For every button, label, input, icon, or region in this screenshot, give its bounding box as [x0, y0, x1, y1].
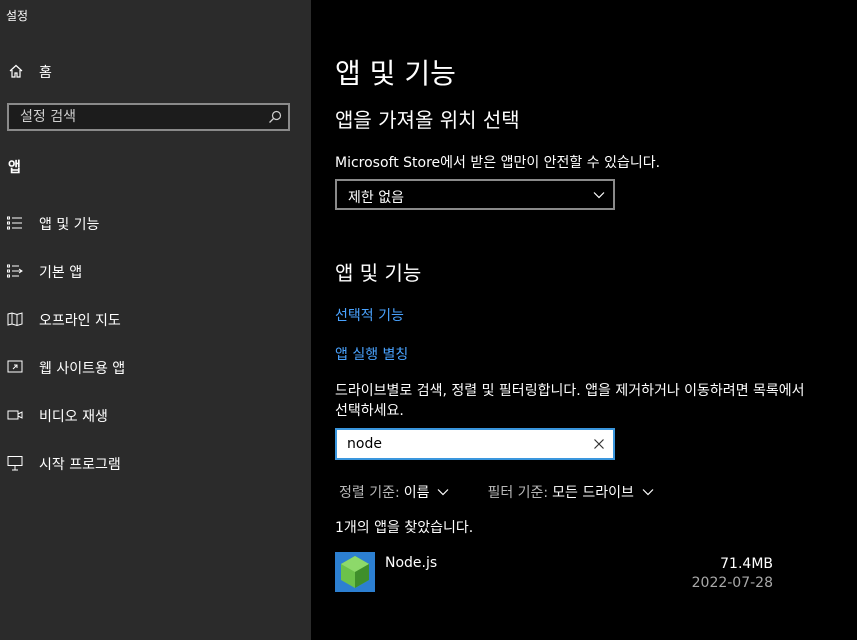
video-icon — [7, 410, 23, 420]
app-search-box[interactable] — [335, 428, 615, 460]
results-count: 1개의 앱을 찾았습니다. — [335, 520, 474, 536]
sidebar-item-label: 기본 앱 — [39, 265, 83, 281]
nodejs-app-icon — [335, 552, 375, 592]
list-item[interactable]: Node.js 71.4MB 2022-07-28 — [335, 552, 775, 594]
main-content: 앱 및 기능 앱을 가져올 위치 선택 Microsoft Store에서 받은… — [311, 0, 857, 640]
app-search-input[interactable] — [337, 430, 587, 458]
settings-search[interactable] — [7, 103, 290, 131]
sidebar-item-default-apps[interactable]: 기본 앱 — [0, 251, 311, 291]
settings-window: 설정 홈 앱 앱 및 기능 — [0, 0, 857, 640]
list-icon — [7, 216, 22, 230]
sidebar-item-label: 앱 및 기능 — [39, 217, 100, 233]
app-source-heading: 앱을 가져올 위치 선택 — [335, 108, 520, 132]
app-source-value: 제한 없음 — [348, 190, 404, 206]
map-icon — [7, 312, 23, 327]
sidebar-item-label: 비디오 재생 — [39, 409, 108, 425]
web-apps-icon — [7, 360, 23, 373]
sidebar-item-video-playback[interactable]: 비디오 재생 — [0, 395, 311, 435]
chevron-down-icon — [438, 489, 449, 496]
sidebar-home-label: 홈 — [39, 65, 52, 81]
filter-by-dropdown[interactable]: 필터 기준: 모든 드라이브 — [487, 482, 654, 502]
sort-value: 이름 — [403, 485, 430, 501]
sidebar: 설정 홈 앱 앱 및 기능 — [0, 0, 311, 640]
app-size: 71.4MB — [720, 556, 773, 572]
sidebar-item-apps-features[interactable]: 앱 및 기능 — [0, 203, 311, 243]
sort-key-label: 정렬 기준: — [339, 485, 400, 501]
sort-by-dropdown[interactable]: 정렬 기준: 이름 — [339, 482, 449, 502]
sidebar-item-label: 시작 프로그램 — [39, 457, 121, 473]
search-icon[interactable] — [268, 110, 282, 124]
app-name: Node.js — [385, 555, 438, 571]
settings-search-input[interactable] — [9, 105, 270, 129]
app-source-description: Microsoft Store에서 받은 앱만이 안전할 수 있습니다. — [335, 155, 661, 171]
sidebar-home[interactable]: 홈 — [0, 54, 311, 90]
page-title: 앱 및 기능 — [335, 57, 456, 90]
search-description: 드라이브별로 검색, 정렬 및 필터링합니다. 앱을 제거하거나 이동하려면 목… — [335, 383, 805, 419]
default-apps-icon — [7, 264, 23, 278]
sidebar-item-web-apps[interactable]: 웹 사이트용 앱 — [0, 347, 311, 387]
optional-features-link[interactable]: 선택적 기능 — [335, 305, 404, 325]
filter-value: 모든 드라이브 — [552, 485, 634, 501]
app-source-dropdown[interactable]: 제한 없음 — [335, 179, 615, 210]
sidebar-item-offline-maps[interactable]: 오프라인 지도 — [0, 299, 311, 339]
window-title: 설정 — [6, 9, 29, 23]
apps-features-heading: 앱 및 기능 — [335, 261, 422, 285]
sidebar-item-label: 오프라인 지도 — [39, 313, 121, 329]
filter-key-label: 필터 기준: — [487, 485, 549, 501]
sort-filter-bar: 정렬 기준: 이름 필터 기준: 모든 드라이브 — [339, 482, 692, 502]
home-icon — [9, 64, 23, 78]
sidebar-section-title: 앱 — [8, 160, 21, 176]
close-icon[interactable] — [593, 438, 605, 450]
app-execution-aliases-link[interactable]: 앱 실행 별칭 — [335, 344, 408, 364]
chevron-down-icon — [593, 192, 605, 199]
sidebar-item-label: 웹 사이트용 앱 — [39, 361, 126, 377]
sidebar-item-startup[interactable]: 시작 프로그램 — [0, 443, 311, 483]
startup-icon — [7, 456, 23, 471]
chevron-down-icon — [642, 489, 654, 496]
app-install-date: 2022-07-28 — [691, 575, 773, 591]
